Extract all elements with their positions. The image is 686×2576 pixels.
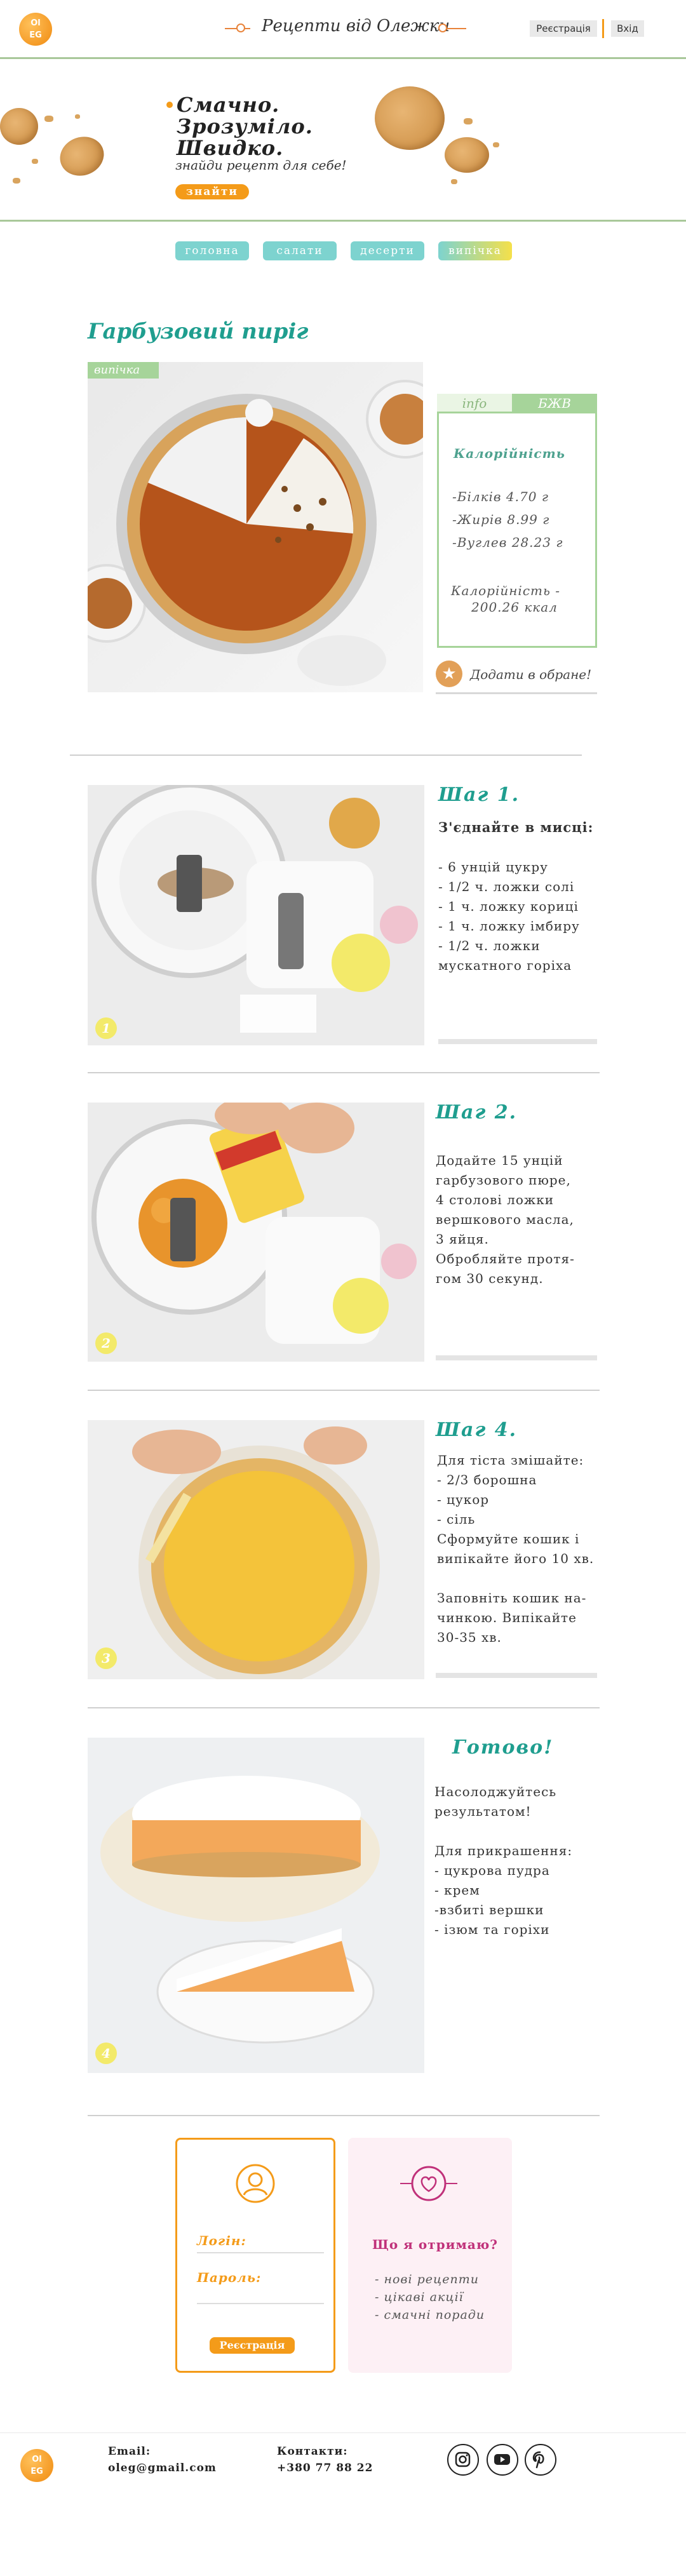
section-separator — [88, 1390, 600, 1391]
password-label: Пароль: — [197, 2270, 262, 2285]
cookie-crumb — [32, 159, 38, 164]
footer-top-line — [0, 2432, 686, 2433]
tab-bzhv[interactable]: БЖВ — [512, 394, 597, 413]
fats-value: -Жирів 8.99 г — [452, 512, 550, 527]
nav-salads[interactable]: салати — [263, 241, 337, 260]
section-separator — [88, 1707, 600, 1708]
recipe-title: Гарбузовий пиріг — [88, 319, 309, 344]
step-number-badge: 2 — [95, 1332, 117, 1354]
site-title: Рецепти від Олежки — [262, 17, 450, 36]
login-button[interactable]: Вхід — [611, 20, 644, 37]
find-button[interactable]: знайти — [175, 184, 249, 199]
benefits-title: Що я отримаю? — [372, 2237, 499, 2252]
calories-total-value: 200.26 ккал — [471, 600, 558, 615]
step-2-title: Шаг 2. — [436, 1101, 518, 1124]
hero-subtitle: знайди рецепт для себе! — [175, 158, 347, 173]
step-1-heading: З'єднайте в мисці: — [438, 819, 594, 835]
section-separator — [88, 1072, 600, 1073]
hero-cookies-left — [0, 76, 114, 210]
step-2-image — [88, 1103, 424, 1362]
user-icon — [236, 2164, 275, 2203]
cookie-image — [0, 108, 38, 145]
contacts-value[interactable]: +380 77 88 22 — [277, 2462, 373, 2474]
nav-home[interactable]: головна — [175, 241, 249, 260]
cookie-crumb — [493, 142, 499, 147]
hero-cookies-right — [368, 80, 508, 194]
page: Ol EG Рецепти від Олежки Реєстрація Вхід… — [0, 0, 686, 2576]
register-button[interactable]: Реєстрація — [530, 20, 597, 37]
cookie-crumb — [44, 116, 53, 122]
step-4-image — [88, 1738, 424, 2073]
step-3-bar — [436, 1673, 597, 1678]
step-4-text: Насолоджуйтесь результатом! Для прикраше… — [434, 1784, 573, 1937]
email-label: Email: — [108, 2445, 151, 2458]
contacts-label: Контакти: — [277, 2445, 348, 2458]
benefits-item: - нові рецепти — [375, 2272, 479, 2286]
carbs-value: -Вуглев 28.23 г — [452, 535, 563, 550]
step-3-title: Шаг 4. — [436, 1419, 518, 1441]
pie-image — [88, 362, 423, 692]
step-3-text: Для тіста змішайте: - 2/3 борошна - цуко… — [437, 1452, 595, 1645]
instagram-icon[interactable] — [447, 2444, 479, 2476]
step-3-image — [88, 1420, 424, 1679]
step-2-text: Додайте 15 унцій гарбузового пюре, 4 сто… — [436, 1153, 575, 1286]
step-number-badge: 3 — [95, 1647, 117, 1669]
category-badge: випічка — [88, 362, 159, 379]
step-number-badge: 4 — [95, 2043, 117, 2064]
cookie-crumb — [451, 179, 457, 184]
step-2-bar — [436, 1355, 597, 1360]
nav-desserts[interactable]: десерти — [351, 241, 424, 260]
title-decoration-dot-left — [236, 23, 245, 32]
title-decoration-dot-right — [438, 23, 447, 32]
cookie-crumb — [13, 178, 20, 184]
step-number-badge: 1 — [95, 1017, 117, 1039]
step-1-text: - 6 унцій цукру - 1/2 ч. ложки солі - 1 … — [438, 859, 580, 973]
youtube-icon[interactable] — [487, 2444, 518, 2476]
login-input[interactable] — [197, 2252, 324, 2253]
cookie-image — [54, 130, 110, 182]
footer-logo[interactable]: Ol EG — [20, 2449, 53, 2482]
hero-bullet — [166, 102, 173, 108]
step-1-image — [88, 785, 424, 1045]
favorite-underline — [436, 692, 597, 694]
pinterest-icon[interactable] — [525, 2444, 556, 2476]
benefits-item: - смачні поради — [375, 2308, 485, 2322]
tab-info[interactable]: info — [437, 394, 512, 413]
calories-title: Калорійність — [454, 446, 565, 461]
hero-bottom-line — [0, 220, 686, 222]
header-bottom-line — [0, 57, 686, 59]
benefits-item: - цікаві акції — [375, 2290, 464, 2304]
password-input[interactable] — [197, 2303, 324, 2304]
add-favorite-link[interactable]: Додати в обране! — [470, 667, 591, 682]
cookie-image — [375, 86, 445, 150]
step-1-title: Шаг 1. — [438, 784, 520, 806]
heart-icon — [400, 2166, 457, 2201]
header-divider — [602, 19, 604, 38]
hero-line-3: Швидко. — [177, 136, 284, 160]
hero-line-1: Смачно. — [177, 93, 280, 117]
section-separator — [70, 755, 582, 756]
section-separator — [88, 2115, 600, 2116]
logo-text: Ol EG — [29, 18, 42, 40]
step-1-bar — [438, 1039, 597, 1044]
login-label: Логін: — [197, 2233, 246, 2248]
proteins-value: -Білків 4.70 г — [452, 489, 549, 504]
footer-logo-text: Ol EG — [30, 2455, 43, 2476]
cookie-image — [445, 137, 489, 173]
favorite-star-icon[interactable]: ★ — [436, 661, 462, 687]
hero-line-2: Зрозуміло. — [177, 114, 313, 138]
calories-total-label: Калорійність - — [451, 583, 560, 598]
cookie-crumb — [464, 118, 473, 124]
cookie-crumb — [75, 114, 80, 119]
site-logo[interactable]: Ol EG — [19, 13, 52, 46]
card-register-button[interactable]: Реєстрація — [210, 2337, 295, 2354]
nav-baking[interactable]: випічка — [438, 241, 512, 260]
step-4-title: Готово! — [452, 1736, 554, 1759]
email-value[interactable]: oleg@gmail.com — [108, 2462, 217, 2474]
